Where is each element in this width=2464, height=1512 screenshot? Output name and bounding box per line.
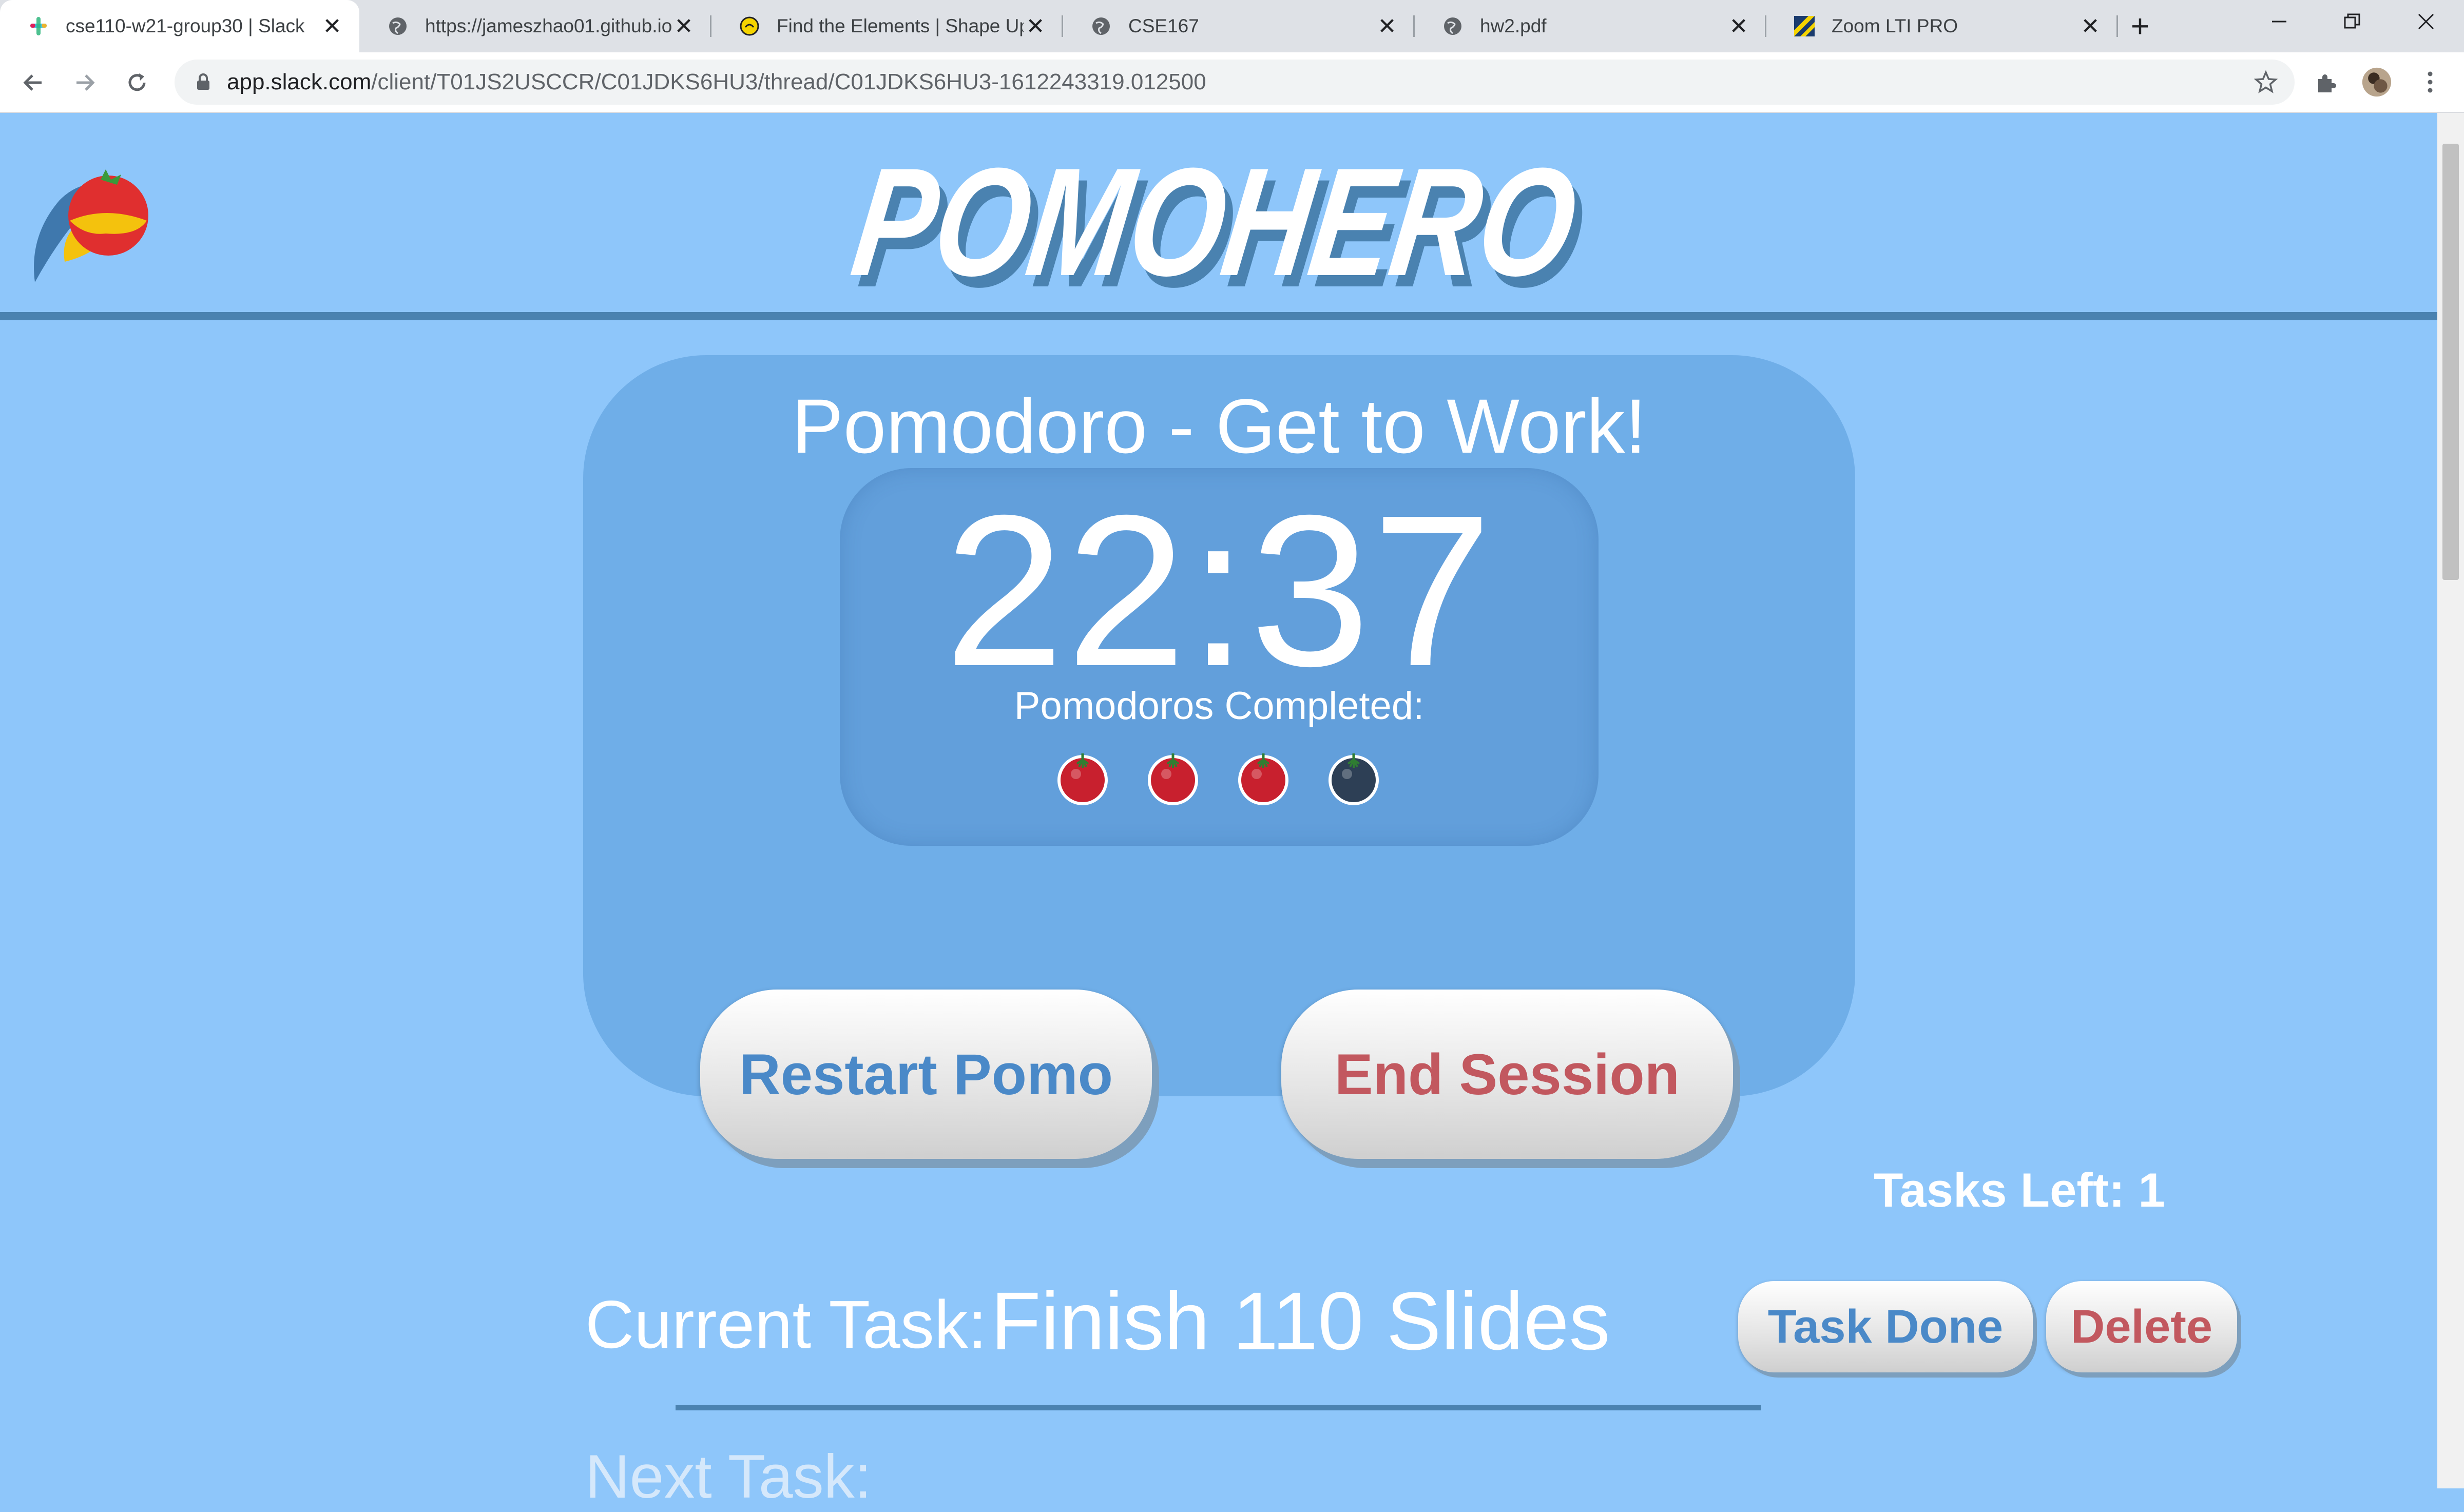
forward-icon[interactable]: [70, 68, 100, 98]
bookmark-star-icon[interactable]: [2253, 69, 2279, 95]
back-icon[interactable]: [18, 68, 48, 98]
tab-title: hw2.pdf: [1480, 15, 1547, 36]
tomato-completed-icon: [1236, 749, 1291, 806]
reload-icon[interactable]: [122, 68, 152, 98]
tab-separator: [2116, 15, 2118, 37]
extensions-icon[interactable]: [2310, 67, 2341, 98]
close-icon[interactable]: ✕: [2078, 14, 2102, 39]
close-icon[interactable]: ✕: [320, 14, 344, 39]
tab-cse167[interactable]: CSE167 ✕: [1063, 0, 1414, 52]
timer-panel: Pomodoro - Get to Work! 22:37 Pomodoros …: [583, 355, 1855, 1159]
header-divider: [0, 312, 2437, 320]
globe-icon: [1089, 14, 1113, 38]
pomohero-logo-icon: [29, 159, 162, 293]
pomohero-wordmark: POMOHERO POMOHERO: [842, 135, 1612, 319]
end-session-button[interactable]: End Session: [1281, 990, 1733, 1159]
countdown-timer: 22:37: [944, 471, 1494, 711]
address-bar[interactable]: app.slack.com/client/T01JS2USCCR/C01JDKS…: [175, 60, 2295, 105]
clock-box: 22:37 Pomodoros Completed:: [840, 468, 1599, 846]
tab-hw2-pdf[interactable]: hw2.pdf ✕: [1414, 0, 1766, 52]
globe-icon: [386, 14, 410, 38]
tab-title: https://jameszhao01.github.io: [425, 15, 672, 36]
tab-github[interactable]: https://jameszhao01.github.io ✕: [359, 0, 711, 52]
browser-tab-strip: cse110-w21-group30 | Slack ✕ https://jam…: [0, 0, 2464, 52]
restore-icon[interactable]: [2337, 6, 2367, 37]
tasks-left-count: Tasks Left: 1: [1874, 1163, 2165, 1217]
tomato-completed-icon: [1055, 749, 1110, 806]
menu-kebab-icon[interactable]: [2415, 67, 2446, 98]
close-window-icon[interactable]: [2411, 6, 2441, 37]
close-icon[interactable]: ✕: [1024, 14, 1047, 39]
tab-title: cse110-w21-group30 | Slack: [66, 15, 305, 36]
lock-icon: [193, 72, 214, 92]
tab-shape-up[interactable]: Find the Elements | Shape Up ✕: [711, 0, 1063, 52]
new-tab-button[interactable]: +: [2125, 9, 2155, 44]
next-task-label: Next Task:: [585, 1442, 872, 1511]
zoom-icon: [1793, 14, 1816, 38]
svg-text:POMOHERO: POMOHERO: [843, 138, 1586, 308]
restart-pomo-button[interactable]: Restart Pomo: [700, 990, 1152, 1159]
tab-zoom[interactable]: Zoom LTI PRO ✕: [1766, 0, 2118, 52]
pomohero-page: POMOHERO POMOHERO Pomodoro - Get to Work…: [0, 113, 2437, 1511]
scrollbar-thumb[interactable]: [2442, 144, 2459, 580]
tab-title: CSE167: [1128, 15, 1199, 36]
pomodoros-completed-label: Pomodoros Completed:: [1014, 684, 1424, 728]
url-host: app.slack.com: [227, 69, 372, 94]
tab-title: Find the Elements | Shape Up: [777, 15, 1024, 36]
globe-icon: [1441, 14, 1465, 38]
close-icon[interactable]: ✕: [672, 14, 696, 39]
mode-title: Pomodoro - Get to Work!: [792, 383, 1647, 469]
tab-slack[interactable]: cse110-w21-group30 | Slack ✕: [0, 0, 359, 52]
browser-toolbar: app.slack.com/client/T01JS2USCCR/C01JDKS…: [0, 52, 2464, 113]
delete-task-button[interactable]: Delete: [2046, 1281, 2237, 1372]
profile-avatar[interactable]: [2361, 67, 2392, 98]
close-icon[interactable]: ✕: [1727, 14, 1750, 39]
url-path: /client/T01JS2USCCR/C01JDKS6HU3/thread/C…: [371, 69, 1206, 94]
pomodoro-progress: [1055, 749, 1384, 811]
minimize-icon[interactable]: [2264, 6, 2295, 37]
tomato-completed-icon: [1146, 749, 1200, 806]
shapeup-icon: [738, 14, 761, 38]
close-icon[interactable]: ✕: [1375, 14, 1399, 39]
tomato-pending-icon: [1326, 749, 1381, 806]
current-task-label: Current Task:: [585, 1287, 987, 1362]
task-divider: [676, 1405, 1761, 1410]
task-done-button[interactable]: Task Done: [1738, 1281, 2033, 1372]
page-scrollbar[interactable]: [2437, 113, 2464, 1488]
url-text: app.slack.com/client/T01JS2USCCR/C01JDKS…: [227, 69, 1206, 95]
slack-icon: [27, 14, 50, 38]
tab-title: Zoom LTI PRO: [1832, 15, 1958, 36]
current-task-name: Finish 110 Slides: [991, 1275, 1610, 1367]
